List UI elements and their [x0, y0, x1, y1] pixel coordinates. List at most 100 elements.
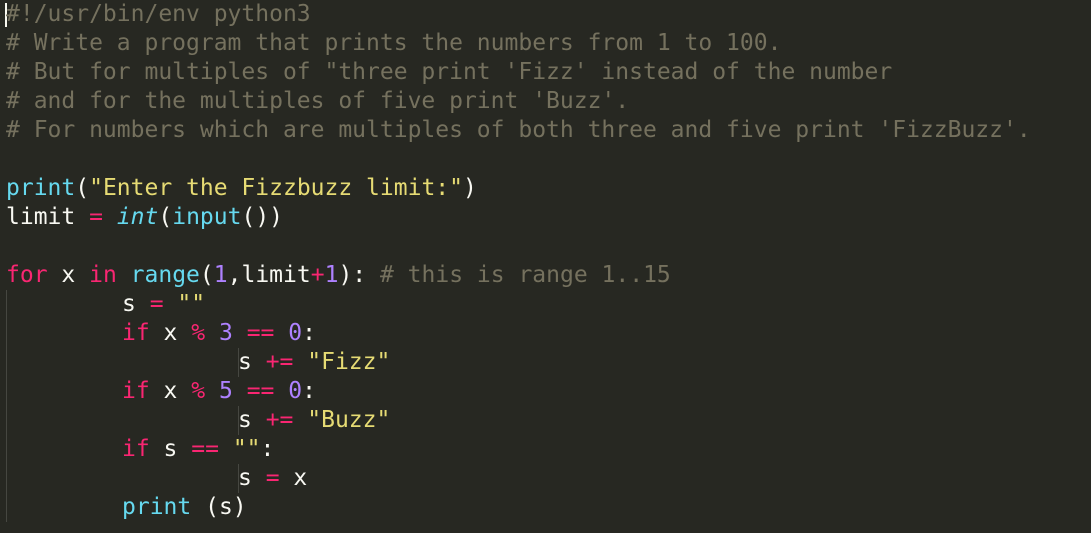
text-token: :: [302, 320, 316, 346]
indent-guide: [6, 348, 7, 377]
comment-token: # this is range 1..15: [379, 262, 671, 288]
code-area[interactable]: #!/usr/bin/env python3 # Write a program …: [6, 0, 1091, 522]
text-token: x: [279, 465, 308, 491]
empty-line[interactable]: [6, 232, 1091, 261]
indent-guide: [6, 377, 7, 406]
string-token: "": [177, 291, 206, 317]
comment-token: #!/usr/bin/env python3: [6, 1, 311, 27]
text-token: x: [47, 262, 90, 288]
builtin-token: print: [122, 494, 192, 520]
operator-token: =: [89, 204, 103, 230]
operator-token: ==: [246, 320, 275, 346]
comment-token: # For numbers which are multiples of bot…: [6, 117, 1031, 143]
code-line[interactable]: limit = int(input()): [6, 203, 1091, 232]
code-line[interactable]: if x % 5 == 0:: [6, 377, 1091, 406]
code-line[interactable]: if s == "":: [6, 435, 1091, 464]
text-token: :: [302, 378, 316, 404]
indent-guide: [6, 406, 7, 435]
text-token: s: [122, 291, 150, 317]
keyword-token: if: [122, 378, 150, 404]
operator-token: =: [265, 465, 280, 491]
code-line[interactable]: s += "Buzz": [6, 406, 1091, 435]
builtin-token: range: [130, 262, 200, 288]
builtin-token: input: [172, 204, 242, 230]
empty-line[interactable]: [6, 145, 1091, 174]
text-token: ()): [241, 204, 284, 230]
number-token: 0: [288, 378, 303, 404]
operator-token: +=: [265, 407, 294, 433]
code-line[interactable]: s = "": [6, 290, 1091, 319]
indent-guide: [238, 348, 239, 377]
text-token: ):: [338, 262, 380, 288]
text-token: (: [75, 175, 90, 201]
indent-guide: [238, 406, 239, 435]
keyword-token: in: [89, 262, 117, 288]
indent-guide: [6, 319, 7, 348]
number-token: 0: [288, 320, 303, 346]
operator-token: %: [191, 320, 206, 346]
code-editor[interactable]: #!/usr/bin/env python3 # Write a program …: [0, 0, 1091, 533]
number-token: 1: [213, 262, 228, 288]
comment-token: # Write a program that prints the number…: [6, 30, 782, 56]
text-token: :: [260, 436, 275, 462]
operator-token: +: [310, 262, 325, 288]
text-token: s: [238, 465, 266, 491]
code-line[interactable]: # Write a program that prints the number…: [6, 29, 1091, 58]
text-token: ): [462, 175, 477, 201]
code-line[interactable]: s += "Fizz": [6, 348, 1091, 377]
keyword-token: for: [6, 262, 48, 288]
comment-token: # and for the multiples of five print 'B…: [6, 88, 630, 114]
text-token: limit: [6, 204, 90, 230]
string-token: "": [232, 436, 261, 462]
operator-token: +=: [265, 349, 294, 375]
indent-guide: [6, 290, 7, 319]
indent-guide: [6, 464, 7, 493]
operator-token: =: [149, 291, 164, 317]
builtin-token: print: [6, 175, 76, 201]
number-token: 3: [218, 320, 233, 346]
text-token: s: [238, 407, 266, 433]
text-token: s: [238, 349, 266, 375]
code-line[interactable]: #!/usr/bin/env python3: [6, 0, 1091, 29]
operator-token: %: [191, 378, 206, 404]
keyword-token: if: [122, 436, 150, 462]
text-token: (: [158, 204, 173, 230]
type-token: int: [116, 204, 159, 230]
string-token: "Enter the Fizzbuzz limit:": [89, 175, 463, 201]
indent-guide: [6, 435, 7, 464]
text-token: (s): [191, 494, 247, 520]
indent-guide: [6, 493, 7, 522]
number-token: 5: [218, 378, 233, 404]
code-line[interactable]: for x in range(1,limit+1): # this is ran…: [6, 261, 1091, 290]
string-token: "Fizz": [307, 349, 391, 375]
code-line[interactable]: if x % 3 == 0:: [6, 319, 1091, 348]
number-token: 1: [324, 262, 339, 288]
operator-token: ==: [246, 378, 275, 404]
indent-guide: [238, 464, 239, 493]
code-line[interactable]: print("Enter the Fizzbuzz limit:"): [6, 174, 1091, 203]
operator-token: ==: [191, 436, 219, 462]
code-line[interactable]: print (s): [6, 493, 1091, 522]
text-token: ,limit: [227, 262, 311, 288]
string-token: "Buzz": [307, 407, 391, 433]
code-line[interactable]: # But for multiples of "three print 'Fiz…: [6, 58, 1091, 87]
code-line[interactable]: s = x: [6, 464, 1091, 493]
code-line[interactable]: # and for the multiples of five print 'B…: [6, 87, 1091, 116]
code-line[interactable]: # For numbers which are multiples of bot…: [6, 116, 1091, 145]
text-token: x: [149, 320, 192, 346]
text-token: (: [199, 262, 214, 288]
text-token: x: [149, 378, 192, 404]
text-token: s: [149, 436, 192, 462]
